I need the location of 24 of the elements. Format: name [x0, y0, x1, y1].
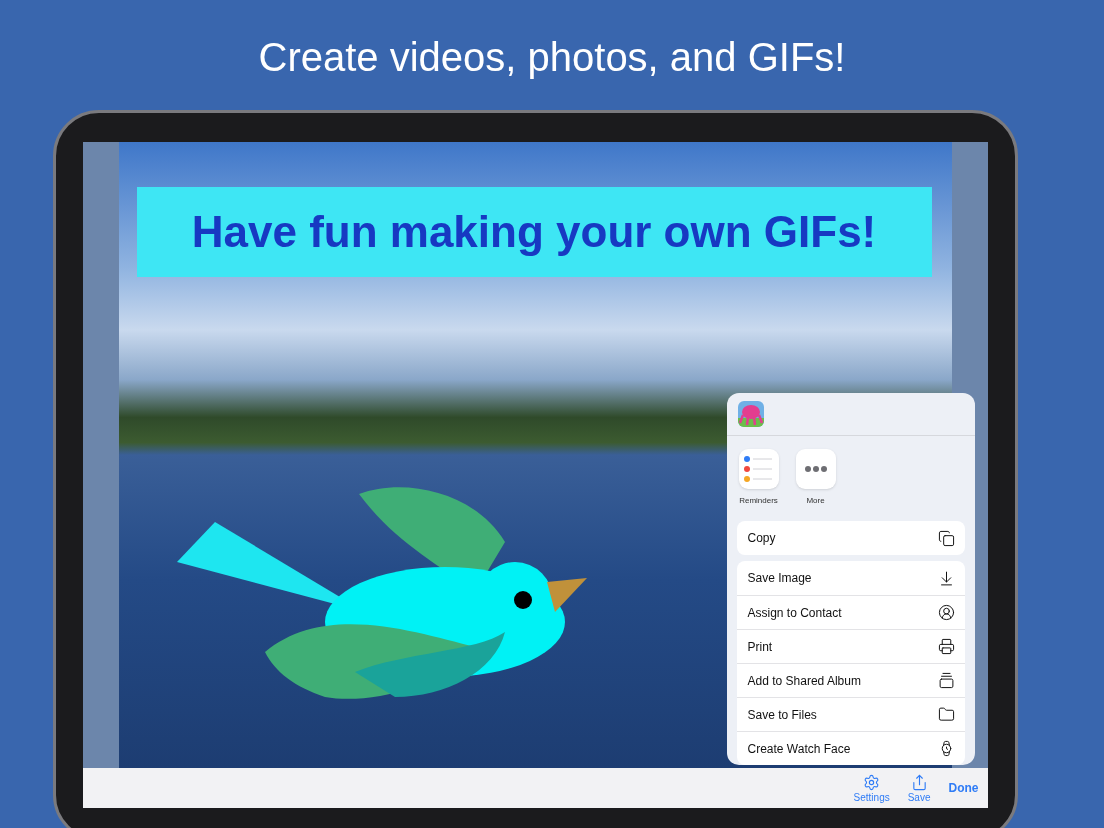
reminders-icon[interactable] — [738, 449, 779, 489]
share-icon — [910, 773, 928, 791]
settings-button[interactable]: Settings — [853, 773, 890, 803]
person-icon — [937, 604, 955, 621]
headline: Create videos, photos, and GIFs! — [258, 34, 846, 80]
share-action[interactable]: Print — [736, 629, 965, 663]
share-action[interactable]: Save Image — [736, 561, 965, 595]
album-icon — [937, 672, 955, 689]
text-banner: Have fun making your own GIFs! — [136, 187, 932, 277]
done-button[interactable]: Done — [948, 779, 979, 797]
share-action[interactable]: Save to Files — [736, 697, 965, 731]
more-icon[interactable] — [795, 449, 836, 489]
save-button[interactable]: Save — [907, 773, 931, 803]
copy-icon — [937, 529, 955, 547]
share-action[interactable]: Copy — [736, 521, 965, 555]
share-action[interactable]: Add to Shared Album — [736, 663, 965, 697]
app-label: More — [806, 495, 825, 507]
folder-icon — [937, 706, 955, 723]
share-action[interactable]: Assign to Contact — [736, 595, 965, 629]
printer-icon — [937, 638, 955, 655]
share-action[interactable]: Create Watch Face — [736, 731, 965, 765]
app-label: Reminders — [739, 495, 778, 507]
settings-icon — [863, 773, 881, 791]
app-icon — [737, 401, 764, 427]
